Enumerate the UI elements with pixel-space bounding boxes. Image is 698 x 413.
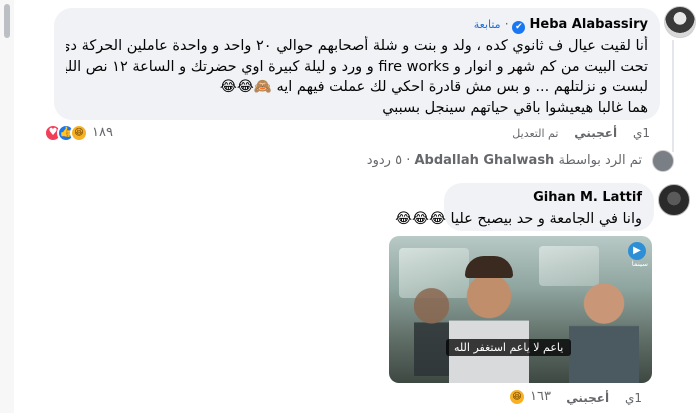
hat	[465, 256, 513, 278]
reply-like-button[interactable]: أعجبني	[566, 391, 609, 405]
thread-line	[672, 40, 674, 152]
avatar-heba[interactable]	[664, 6, 696, 38]
dot-separator: ·	[402, 153, 411, 168]
channel-logo-text: سينما	[631, 260, 648, 268]
like-button[interactable]: أعجبني	[574, 126, 617, 140]
background-person	[414, 286, 449, 376]
comment-line: لبست و نزلتلهم ... و بس مش قادرة احكي لك…	[219, 79, 648, 95]
replies-count: ٥ ردود	[366, 153, 403, 168]
replier-avatar[interactable]	[652, 150, 674, 172]
verified-icon: ✔	[512, 21, 526, 34]
reply-author[interactable]: Gihan M. Lattif	[456, 190, 642, 206]
smiling-man	[569, 276, 639, 383]
reply-timestamp[interactable]: 1ي	[625, 391, 642, 405]
haha-icon: 😆	[508, 388, 526, 406]
comment-line: أنا لقيت عيال ف ثانوي كده ، ولد و بنت و …	[66, 38, 648, 54]
reply-actions: 1ي أعجبني	[566, 391, 642, 405]
channel-logo-icon: ▶	[628, 242, 646, 260]
reply-bubble: Gihan M. Lattif وانا في الجامعة و حد بيص…	[395, 183, 654, 231]
comment-author-line: متابعة · ✔ Heba Alabassiry	[66, 16, 648, 34]
gif-caption: ياعم لا ياعم استغفر الله	[446, 339, 572, 356]
follow-link[interactable]: متابعة	[474, 18, 501, 31]
reply-reaction-count: ١٦٣	[530, 389, 551, 404]
haha-icon: 😆	[70, 124, 88, 142]
avatar-gihan[interactable]	[658, 184, 690, 216]
comment-actions: 1ي أعجبني تم التعديل	[500, 126, 650, 140]
separator-dot: ·	[504, 17, 513, 31]
replies-prefix: تم الرد بواسطة	[558, 153, 642, 168]
comment-author[interactable]: Heba Alabassiry	[530, 17, 649, 32]
man-with-hat	[449, 266, 529, 383]
reply-reactions-summary[interactable]: 😆 ١٦٣	[508, 388, 568, 408]
scrollbar[interactable]	[0, 0, 14, 413]
comment-line: تحت البيت من كم شهر و انوار و fire works…	[66, 58, 648, 75]
replier-name: Abdallah Ghalwash	[414, 153, 555, 168]
view-replies-link[interactable]: تم الرد بواسطة Abdallah Ghalwash · ٥ ردو…	[367, 153, 642, 168]
scrollbar-thumb[interactable]	[4, 4, 10, 38]
comment-bubble: متابعة · ✔ Heba Alabassiry أنا لقيت عيال…	[54, 8, 660, 120]
reactions-summary[interactable]: ♥ 👍 😆 ١٨٩	[44, 124, 124, 144]
comment-timestamp[interactable]: 1ي	[633, 126, 650, 140]
comment-text: أنا لقيت عيال ف ثانوي كده ، ولد و بنت و …	[66, 36, 648, 118]
reply-text: وانا في الجامعة و حد بيصبح عليا 😂😂😂	[395, 211, 642, 227]
reaction-count: ١٨٩	[92, 125, 113, 140]
edited-label[interactable]: تم التعديل	[512, 127, 558, 140]
reply-gif-image[interactable]: ▶ سينما ياعم لا ياعم استغفر الله	[389, 236, 652, 383]
comment-line: هما غالبا هيعيشوا باقي حياتهم سينجل بسبب…	[382, 99, 648, 116]
